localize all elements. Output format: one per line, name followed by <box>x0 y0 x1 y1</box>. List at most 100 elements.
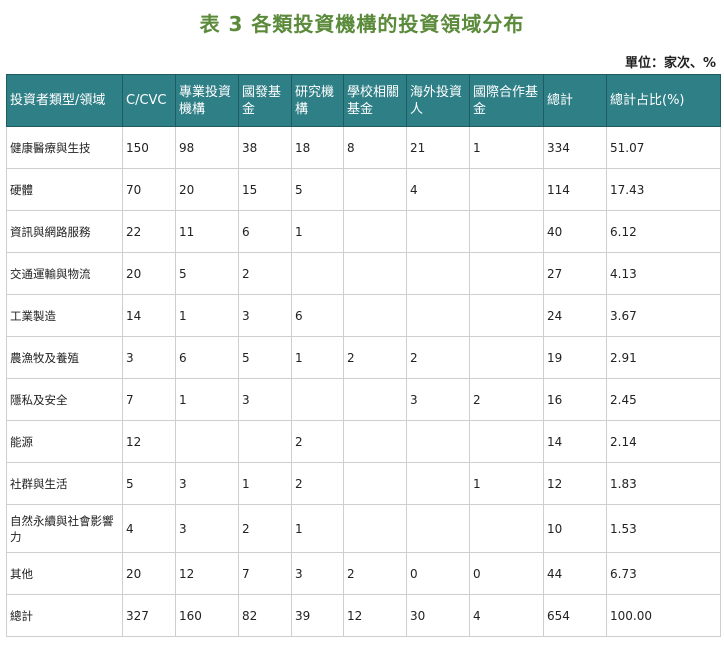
cell-category: 其他 <box>6 552 123 595</box>
cell-national-development-fund: 38 <box>238 126 292 169</box>
cell-total-share: 1.53 <box>606 504 721 553</box>
cell-international-fund <box>469 210 544 253</box>
cell-professional-investors: 20 <box>175 168 239 211</box>
cell-school-funds <box>343 420 407 463</box>
cell-category: 總計 <box>6 594 123 637</box>
cell-category: 隱私及安全 <box>6 378 123 421</box>
cell-category: 資訊與網路服務 <box>6 210 123 253</box>
cell-school-funds <box>343 378 407 421</box>
cell-overseas-investors <box>406 420 470 463</box>
cell-category: 社群與生活 <box>6 462 123 505</box>
cell-professional-investors: 3 <box>175 462 239 505</box>
table-row: 農漁牧及養殖 3 6 5 1 2 2 19 2.91 <box>6 336 721 379</box>
cell-professional-investors: 98 <box>175 126 239 169</box>
cell-national-development-fund: 6 <box>238 210 292 253</box>
cell-school-funds: 2 <box>343 552 407 595</box>
cell-research-institutions: 39 <box>291 594 344 637</box>
table-row: 資訊與網路服務 22 11 6 1 40 6.12 <box>6 210 721 253</box>
cell-school-funds <box>343 168 407 211</box>
cell-school-funds <box>343 462 407 505</box>
header-national-development-fund: 國發基金 <box>238 74 292 127</box>
cell-national-development-fund: 2 <box>238 252 292 295</box>
header-total: 總計 <box>543 74 607 127</box>
cell-professional-investors: 160 <box>175 594 239 637</box>
header-overseas-investors: 海外投資人 <box>406 74 470 127</box>
cell-international-fund: 1 <box>469 462 544 505</box>
cell-overseas-investors <box>406 294 470 337</box>
cell-professional-investors: 1 <box>175 378 239 421</box>
cell-total-share: 51.07 <box>606 126 721 169</box>
cell-total: 27 <box>543 252 607 295</box>
cell-school-funds <box>343 294 407 337</box>
table-row: 社群與生活 5 3 1 2 1 12 1.83 <box>6 462 721 505</box>
cell-overseas-investors <box>406 252 470 295</box>
cell-international-fund: 0 <box>469 552 544 595</box>
cell-international-fund <box>469 420 544 463</box>
cell-national-development-fund: 3 <box>238 378 292 421</box>
cell-research-institutions: 6 <box>291 294 344 337</box>
header-total-share: 總計占比(%) <box>606 74 721 127</box>
cell-category: 自然永續與社會影響力 <box>6 504 123 553</box>
cell-school-funds: 12 <box>343 594 407 637</box>
cell-overseas-investors <box>406 504 470 553</box>
cell-school-funds <box>343 252 407 295</box>
cell-total-share: 6.12 <box>606 210 721 253</box>
header-c-cvc: C/CVC <box>122 74 176 127</box>
cell-c-cvc: 20 <box>122 552 176 595</box>
cell-category: 健康醫療與生技 <box>6 126 123 169</box>
cell-research-institutions: 1 <box>291 210 344 253</box>
table-body: 健康醫療與生技 150 98 38 18 8 21 1 334 51.07 硬體 70 20 15 5 4 11… <box>6 126 721 637</box>
cell-professional-investors <box>175 420 239 463</box>
cell-international-fund <box>469 504 544 553</box>
cell-national-development-fund: 7 <box>238 552 292 595</box>
table-row: 交通運輸與物流 20 5 2 27 4.13 <box>6 252 721 295</box>
cell-total: 10 <box>543 504 607 553</box>
cell-national-development-fund: 82 <box>238 594 292 637</box>
cell-research-institutions: 2 <box>291 420 344 463</box>
table-row: 其他 20 12 7 3 2 0 0 44 6.73 <box>6 552 721 595</box>
cell-research-institutions <box>291 252 344 295</box>
cell-total: 24 <box>543 294 607 337</box>
distribution-table: 投資者類型/領域 C/CVC 專業投資機構 國發基金 研究機構 學校相關基金 海… <box>6 74 721 637</box>
table-title: 表 3 各類投資機構的投資領域分布 <box>199 12 525 36</box>
header-row: 投資者類型/領域 C/CVC 專業投資機構 國發基金 研究機構 學校相關基金 海… <box>6 74 721 127</box>
cell-total: 12 <box>543 462 607 505</box>
cell-national-development-fund: 2 <box>238 504 292 553</box>
cell-research-institutions: 1 <box>291 504 344 553</box>
cell-international-fund <box>469 168 544 211</box>
cell-overseas-investors: 21 <box>406 126 470 169</box>
header-research-institutions: 研究機構 <box>291 74 344 127</box>
cell-total-share: 100.00 <box>606 594 721 637</box>
cell-total-share: 1.83 <box>606 462 721 505</box>
cell-professional-investors: 5 <box>175 252 239 295</box>
cell-category: 硬體 <box>6 168 123 211</box>
cell-total-share: 2.45 <box>606 378 721 421</box>
table-row: 總計 327 160 82 39 12 30 4 654 100.00 <box>6 594 721 637</box>
cell-national-development-fund: 15 <box>238 168 292 211</box>
header-professional-investors: 專業投資機構 <box>175 74 239 127</box>
header-international-fund: 國際合作基金 <box>469 74 544 127</box>
cell-c-cvc: 150 <box>122 126 176 169</box>
cell-research-institutions: 2 <box>291 462 344 505</box>
cell-national-development-fund: 3 <box>238 294 292 337</box>
cell-international-fund: 1 <box>469 126 544 169</box>
table-row: 隱私及安全 7 1 3 3 2 16 2.45 <box>6 378 721 421</box>
cell-total: 114 <box>543 168 607 211</box>
cell-overseas-investors <box>406 210 470 253</box>
unit-label: 單位：家次、% <box>624 56 716 71</box>
cell-overseas-investors: 30 <box>406 594 470 637</box>
cell-research-institutions: 1 <box>291 336 344 379</box>
cell-c-cvc: 70 <box>122 168 176 211</box>
cell-international-fund: 2 <box>469 378 544 421</box>
cell-research-institutions: 3 <box>291 552 344 595</box>
cell-c-cvc: 3 <box>122 336 176 379</box>
cell-research-institutions <box>291 378 344 421</box>
table-row: 硬體 70 20 15 5 4 114 17.43 <box>6 168 721 211</box>
cell-total-share: 3.67 <box>606 294 721 337</box>
cell-international-fund <box>469 294 544 337</box>
cell-total-share: 4.13 <box>606 252 721 295</box>
cell-total: 40 <box>543 210 607 253</box>
cell-category: 交通運輸與物流 <box>6 252 123 295</box>
cell-school-funds: 2 <box>343 336 407 379</box>
table-row: 健康醫療與生技 150 98 38 18 8 21 1 334 51.07 <box>6 126 721 169</box>
